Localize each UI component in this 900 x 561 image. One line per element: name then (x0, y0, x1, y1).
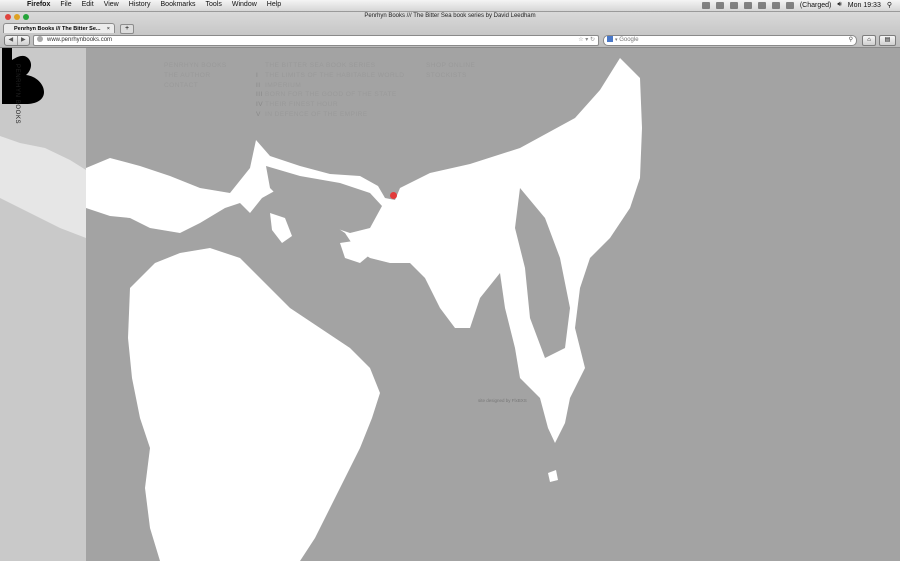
search-engine-dropdown-icon[interactable]: ▾ (615, 37, 618, 43)
menu-edit[interactable]: Edit (82, 1, 94, 8)
series-book-5-title: IN DEFENCE OF THE EMPIRE (265, 110, 368, 118)
penrhyn-logo[interactable] (0, 48, 46, 104)
series-book-5-num: V (256, 110, 261, 118)
map-island-3 (548, 470, 558, 482)
nav-penrhyn-books[interactable]: PENRHYN BOOKS (164, 61, 227, 71)
volume-icon[interactable]: 🔊︎ (837, 1, 841, 9)
wifi-icon[interactable] (757, 1, 766, 9)
window-title: Penrhyn Books /// The Bitter Sea book se… (364, 13, 536, 19)
series-book-5[interactable]: V IN DEFENCE OF THE EMPIRE (256, 110, 404, 120)
sync-icon[interactable] (771, 1, 780, 9)
series-book-4-title: THEIR FINEST HOUR (265, 101, 338, 109)
history-dropdown-icon[interactable]: ▾ (585, 37, 588, 43)
search-placeholder: Google (619, 37, 639, 43)
main-nav: PENRHYN BOOKS THE AUTHOR CONTACT (164, 61, 227, 90)
browser-chrome: Penrhyn Books /// The Bitter Sea book se… (0, 12, 900, 48)
series-title[interactable]: THE BITTER SEA BOOK SERIES (256, 61, 404, 71)
url-text[interactable]: www.penrhynbooks.com (47, 37, 112, 43)
series-book-1[interactable]: I THE LIMITS OF THE HABITABLE WORLD (256, 71, 404, 81)
map-land-left (0, 136, 86, 238)
nav-the-author[interactable]: THE AUTHOR (164, 71, 227, 81)
timemachine-icon[interactable] (743, 1, 752, 9)
menu-view[interactable]: View (104, 1, 119, 8)
series-book-2[interactable]: II IMPERIUM (256, 81, 404, 91)
nav-shop-online[interactable]: SHOP ONLINE (426, 61, 475, 71)
map-land-southwest (128, 248, 380, 561)
map-island-1 (270, 213, 292, 243)
menu-button[interactable]: ▤ (879, 35, 896, 46)
nav-contact[interactable]: CONTACT (164, 81, 227, 91)
google-icon[interactable] (607, 36, 613, 42)
series-book-3[interactable]: III BORN FOR THE GOOD OF THE STATE (256, 90, 404, 100)
search-icon[interactable]: ⚲ (849, 36, 853, 45)
series-book-1-title: THE LIMITS OF THE HABITABLE WORLD (265, 71, 405, 79)
shop-nav: SHOP ONLINE STOCKISTS (426, 61, 475, 81)
series-book-2-num: II (256, 81, 261, 89)
home-button[interactable]: ⌂ (862, 35, 876, 46)
app-menus: Firefox File Edit View History Bookmarks… (27, 1, 281, 8)
reload-icon[interactable]: ↻ (590, 37, 595, 43)
tab-title: Penrhyn Books /// The Bitter Se... (14, 26, 101, 32)
site-credit[interactable]: site designed by FlxBXS (478, 398, 527, 403)
menu-history[interactable]: History (129, 1, 151, 8)
mac-menubar: Firefox File Edit View History Bookmarks… (0, 0, 900, 12)
site-favicon-icon (37, 36, 43, 42)
spotlight-icon[interactable]: ⚲ (887, 1, 892, 9)
new-tab-button[interactable]: + (120, 24, 134, 34)
menu-window[interactable]: Window (232, 1, 257, 8)
logo-letter-b (2, 48, 44, 104)
nav-stockists[interactable]: STOCKISTS (426, 71, 475, 81)
status-area: (Charged) 🔊︎ Mon 19:33 ⚲ (701, 1, 892, 9)
nav-buttons: ◀ ▶ (4, 35, 30, 46)
location-marker[interactable] (390, 192, 397, 199)
series-nav: THE BITTER SEA BOOK SERIES I THE LIMITS O… (256, 61, 404, 120)
menu-tools[interactable]: Tools (206, 1, 222, 8)
menu-file[interactable]: File (60, 1, 71, 8)
bookmark-star-icon[interactable]: ☆ (578, 37, 583, 43)
menu-dropdown-icon: ▤ (884, 37, 891, 43)
display-icon[interactable] (729, 1, 738, 9)
series-book-4[interactable]: IV THEIR FINEST HOUR (256, 100, 404, 110)
url-bar[interactable]: www.penrhynbooks.com ☆ ▾ ↻ (33, 35, 599, 46)
series-book-4-num: IV (256, 101, 264, 109)
battery-status: (Charged) (799, 1, 832, 9)
menu-app[interactable]: Firefox (27, 1, 50, 8)
skype-icon[interactable] (701, 1, 710, 9)
browser-tab[interactable]: Penrhyn Books /// The Bitter Se... × (3, 23, 115, 33)
series-title-text: THE BITTER SEA BOOK SERIES (265, 62, 376, 69)
search-bar[interactable]: ▾ Google ⚲ (603, 35, 857, 46)
brand-vertical: PENRHYN BOOKS (14, 64, 20, 125)
tab-close-icon[interactable]: × (107, 24, 110, 34)
forward-icon[interactable]: ▶ (16, 36, 30, 45)
battery-icon[interactable] (785, 1, 794, 9)
page-content: PENRHYN BOOKS PENRHYN BOOKS THE AUTHOR C… (0, 48, 900, 561)
url-actions: ☆ ▾ ↻ (578, 36, 595, 45)
back-icon[interactable]: ◀ (5, 36, 17, 45)
clock[interactable]: Mon 19:33 (848, 2, 881, 9)
dropbox-icon[interactable] (715, 1, 724, 9)
menu-help[interactable]: Help (267, 1, 281, 8)
home-icon: ⌂ (867, 37, 871, 43)
series-book-3-num: III (256, 91, 263, 99)
series-book-1-num: I (256, 71, 259, 79)
menu-bookmarks[interactable]: Bookmarks (161, 1, 196, 8)
map (0, 58, 642, 561)
series-book-2-title: IMPERIUM (265, 81, 302, 89)
series-book-3-title: BORN FOR THE GOOD OF THE STATE (265, 91, 397, 99)
